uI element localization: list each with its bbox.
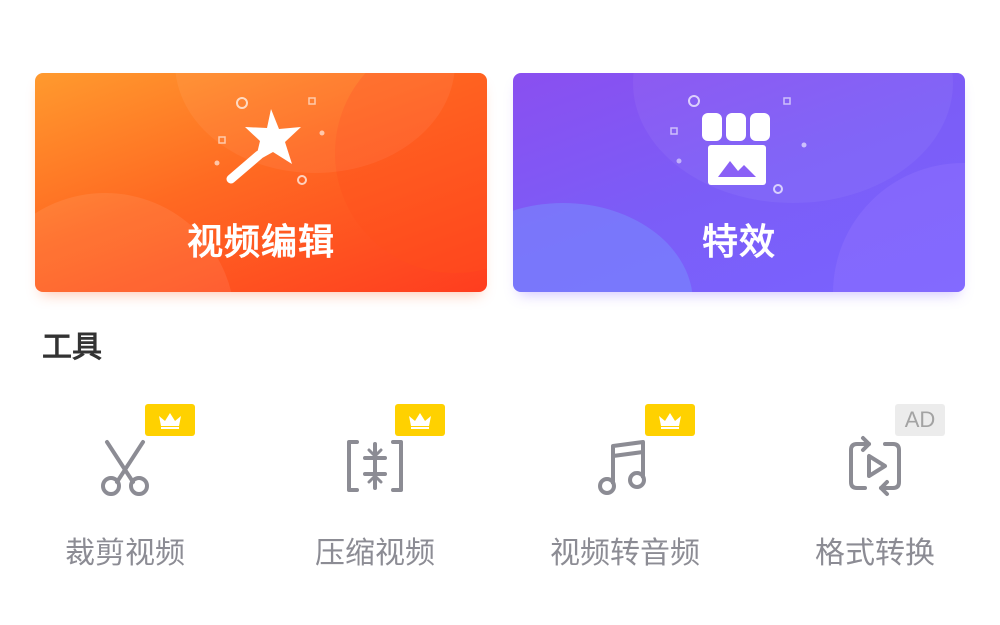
crown-icon: [659, 413, 681, 429]
tool-label: 裁剪视频: [65, 536, 185, 571]
vip-badge: [645, 404, 695, 436]
magic-wand-icon: [214, 97, 325, 185]
tool-label: 压缩视频: [315, 536, 435, 571]
vip-badge: [395, 404, 445, 436]
card-title-effects: 特效: [701, 222, 776, 263]
tool-label: 视频转音频: [550, 536, 700, 571]
storefront-icon: [670, 95, 807, 194]
ad-badge: AD: [895, 404, 945, 436]
scissors-icon: [101, 440, 149, 496]
video-edit-card[interactable]: 视频编辑: [35, 73, 487, 292]
format-convert-icon: [849, 436, 901, 496]
music-note-icon: [598, 440, 646, 495]
crown-icon: [159, 413, 181, 429]
compress-icon: [347, 440, 403, 492]
tool-label: 格式转换: [815, 536, 935, 571]
effects-card[interactable]: 特效: [513, 73, 965, 292]
tool-video-to-audio[interactable]: 视频转音频: [500, 400, 750, 580]
crown-icon: [409, 413, 431, 429]
section-title-tools: 工具: [42, 330, 102, 365]
tool-compress-video[interactable]: 压缩视频: [250, 400, 500, 580]
vip-badge: [145, 404, 195, 436]
tool-format-convert[interactable]: AD 格式转换: [750, 400, 1000, 580]
tool-trim-video[interactable]: 裁剪视频: [0, 400, 250, 580]
card-title-video-edit: 视频编辑: [186, 222, 335, 263]
